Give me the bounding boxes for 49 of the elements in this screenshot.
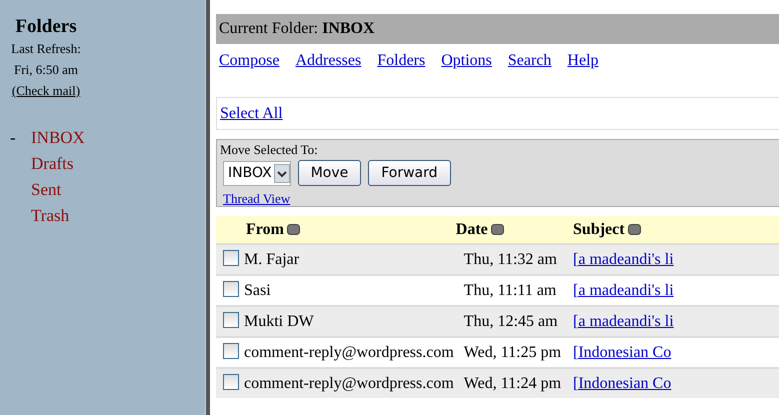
row-checkbox[interactable] bbox=[223, 281, 239, 297]
subject-link[interactable]: [a madeandi's li bbox=[573, 250, 674, 268]
subject-link[interactable]: [Indonesian Co bbox=[573, 374, 672, 392]
column-header[interactable]: From bbox=[246, 220, 284, 238]
row-checkbox[interactable] bbox=[223, 374, 239, 390]
subject-link[interactable]: [Indonesian Co bbox=[573, 344, 672, 360]
row-checkbox[interactable] bbox=[223, 250, 239, 266]
subject-link[interactable]: [a madeandi's li bbox=[573, 282, 674, 298]
refresh-label: Last Refresh: bbox=[10, 40, 82, 58]
nav-link[interactable]: Addresses bbox=[295, 52, 362, 76]
date-cell: Thu, 11:32 am bbox=[464, 250, 557, 268]
date-cell: Wed, 11:24 pm bbox=[464, 374, 562, 392]
column-header[interactable]: Subject bbox=[573, 220, 625, 238]
nav-link[interactable]: Compose bbox=[219, 52, 280, 76]
nav-link[interactable]: Search bbox=[508, 52, 552, 76]
subject-link[interactable]: [a madeandi's li bbox=[573, 312, 674, 330]
folder-link[interactable]: Drafts bbox=[31, 151, 74, 177]
sidebar-title: Folders bbox=[14, 16, 78, 38]
thread-view-link[interactable]: Thread View bbox=[223, 191, 290, 206]
current-folder-label: Current Folder: INBOX bbox=[219, 20, 375, 38]
move-label: Move Selected To: bbox=[220, 142, 319, 158]
nav-link[interactable]: Folders bbox=[377, 52, 426, 76]
folder-link[interactable]: Trash bbox=[31, 203, 70, 229]
date-cell: Thu, 12:45 am bbox=[464, 312, 558, 330]
sender-cell: M. Fajar bbox=[244, 251, 300, 268]
caret-icon bbox=[274, 164, 290, 182]
row-checkbox[interactable] bbox=[223, 312, 239, 328]
folder-link[interactable]: INBOX bbox=[31, 125, 85, 151]
sort-icon[interactable] bbox=[286, 224, 300, 236]
column-header[interactable]: Date bbox=[456, 220, 488, 238]
date-cell: Thu, 11:11 am bbox=[464, 282, 556, 298]
check-mail-link[interactable]: (Check mail) bbox=[12, 83, 80, 98]
sender-cell: comment-reply@wordpress.com bbox=[244, 375, 454, 392]
row-checkbox[interactable] bbox=[223, 343, 239, 359]
sort-icon[interactable] bbox=[628, 224, 641, 236]
sender-cell: Sasi bbox=[244, 282, 271, 299]
collapse-toggle[interactable]: - bbox=[10, 128, 16, 147]
sender-cell: Mukti DW bbox=[244, 313, 314, 330]
action-button[interactable]: Forward bbox=[368, 160, 451, 186]
sender-cell: comment-reply@wordpress.com bbox=[244, 344, 454, 361]
select-all-link[interactable]: Select All bbox=[220, 104, 283, 122]
folder-dropdown[interactable]: INBOX bbox=[223, 160, 291, 186]
folder-link[interactable]: Sent bbox=[31, 177, 62, 203]
refresh-time: Fri, 6:50 am bbox=[13, 61, 79, 79]
action-button[interactable]: Move bbox=[298, 160, 362, 186]
nav-link[interactable]: Help bbox=[567, 52, 599, 76]
date-cell: Wed, 11:25 pm bbox=[464, 344, 562, 360]
nav-link[interactable]: Options bbox=[441, 52, 492, 76]
sort-icon[interactable] bbox=[490, 224, 504, 236]
